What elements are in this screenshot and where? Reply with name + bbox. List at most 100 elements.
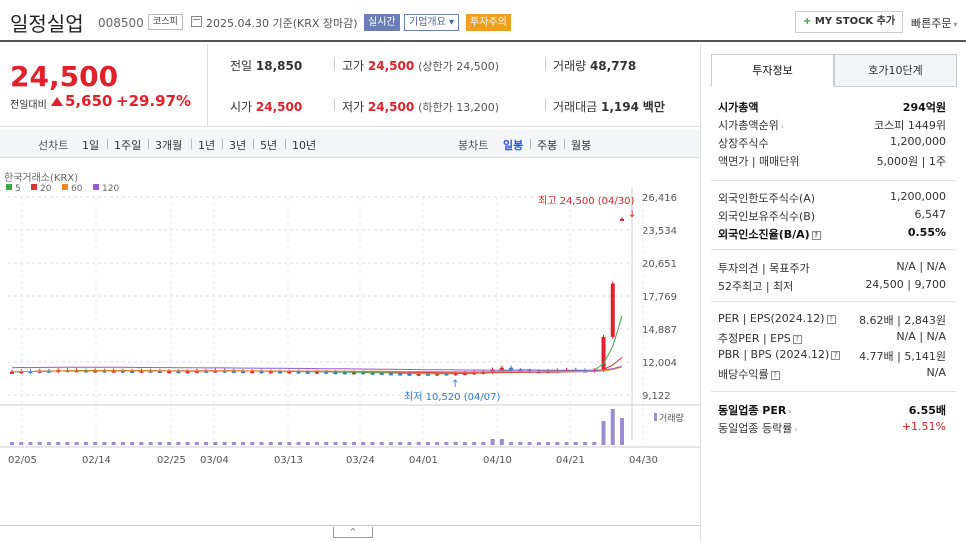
prev-close-label: 전일	[230, 59, 253, 73]
period-1y[interactable]: 1년	[198, 137, 215, 153]
change-rate: +29.97%	[116, 92, 192, 110]
up-arrow-icon: ↑	[451, 379, 459, 390]
info-key: 외국인보유주식수(B)	[718, 210, 816, 223]
investment-caution-badge[interactable]: 투자주의	[466, 14, 511, 31]
info-key: 시가총액순위 ›	[718, 119, 784, 132]
volume-bar	[111, 442, 116, 445]
volume-bar	[241, 442, 246, 445]
candle-chart-label[interactable]: 봉차트	[458, 137, 488, 153]
volume-bar	[425, 442, 430, 445]
x-tick-label: 02/05	[8, 455, 37, 466]
volume-bar	[65, 442, 70, 445]
info-value: 24,500 | 9,700	[865, 278, 946, 291]
trade-amount-value: 1,194	[601, 100, 639, 114]
volume-bar	[268, 442, 273, 445]
period-5y[interactable]: 5년	[260, 137, 277, 153]
info-row[interactable]: 시가총액순위 › 코스피 1449위	[718, 117, 946, 135]
divider	[222, 139, 223, 149]
info-row: 추정PER | EPS? N/A | N/A	[718, 330, 946, 348]
help-icon[interactable]: ?	[811, 230, 821, 240]
candle-daily[interactable]: 일봉	[503, 137, 523, 153]
period-10y[interactable]: 10년	[292, 137, 316, 153]
x-tick-label: 04/10	[483, 455, 512, 466]
open-price: 시가 24,500	[230, 98, 302, 115]
volume-bar	[407, 442, 412, 445]
add-my-stock-label: MY STOCK 추가	[814, 16, 896, 27]
line-chart-label[interactable]: 선차트	[38, 137, 68, 153]
volume-bar	[509, 442, 514, 445]
info-value: +1.51%	[901, 420, 946, 433]
info-row[interactable]: 동일업종 등락률 › +1.51%	[718, 420, 946, 438]
volume-bar	[546, 442, 551, 445]
info-key: 동일업종 PER ›	[718, 404, 792, 417]
volume-bar	[453, 442, 458, 445]
help-icon[interactable]: ?	[792, 334, 802, 344]
volume-bar	[250, 442, 255, 445]
volume-bar	[333, 442, 338, 445]
candle	[388, 373, 393, 376]
quote-row-1: 전일 18,850 고가 24,500 (상한가 24,500) 거래량 48,…	[208, 44, 700, 85]
divider	[711, 249, 957, 250]
volume-legend-label: 거래량	[659, 412, 684, 424]
quick-order-button[interactable]: 빠른주문 ▾	[911, 15, 958, 31]
volume-bar	[296, 442, 301, 445]
y-tick-label: 26,416	[642, 193, 677, 204]
info-key: 투자의견 | 목표주가	[718, 262, 810, 275]
info-value: 6.55배	[908, 404, 946, 417]
ma-legend-swatch	[6, 184, 12, 190]
candle-weekly[interactable]: 주봉	[537, 137, 557, 153]
x-tick-label: 03/13	[274, 455, 303, 466]
info-row: PBR | BPS (2024.12)? 4.77배 | 5,141원	[718, 348, 946, 366]
volume-bar	[573, 442, 578, 445]
market-badge: 코스피	[148, 14, 183, 30]
divider	[530, 139, 531, 149]
ma-legend-swatch	[62, 184, 68, 190]
volume-bar	[416, 442, 421, 445]
quote-row-2: 시가 24,500 저가 24,500 (하한가 13,200) 거래대금 1,…	[208, 85, 700, 126]
info-row[interactable]: 동일업종 PER › 6.55배	[718, 402, 946, 420]
add-my-stock-button[interactable]: + MY STOCK 추가	[795, 11, 904, 33]
tab-investment-info[interactable]: 투자정보	[711, 54, 834, 87]
volume-bar	[361, 442, 366, 445]
candle	[620, 218, 624, 221]
period-1w[interactable]: 1주일	[114, 137, 141, 153]
volume-bar	[74, 442, 79, 445]
x-tick-label: 04/21	[556, 455, 585, 466]
volume-bar	[379, 442, 384, 445]
chevron-right-icon: ›	[794, 425, 798, 434]
tab-order-book[interactable]: 호가10단계	[834, 54, 957, 87]
volume-bar	[342, 442, 347, 445]
info-value: 0.55%	[907, 226, 946, 239]
divider	[285, 139, 286, 149]
period-3y[interactable]: 3년	[229, 137, 246, 153]
info-value: N/A	[926, 366, 946, 379]
candle	[499, 367, 504, 370]
stock-code: 008500	[98, 16, 144, 30]
volume-bar	[176, 442, 181, 445]
volume-value: 48,778	[589, 59, 637, 73]
divider	[545, 99, 546, 111]
volume-bar	[388, 442, 393, 445]
x-tick-label: 03/24	[346, 455, 375, 466]
low-annotation: 최저 10,520 (04/07)	[404, 391, 500, 403]
company-overview-dropdown[interactable]: 기업개요 ▾	[404, 14, 460, 31]
help-icon[interactable]: ?	[831, 350, 841, 360]
period-3m[interactable]: 3개월	[155, 137, 182, 153]
help-icon[interactable]: ?	[826, 314, 836, 324]
volume-bar	[37, 442, 42, 445]
realtime-button[interactable]: 실시간	[364, 14, 400, 31]
volume-bar	[167, 442, 172, 445]
volume-bar	[601, 421, 606, 445]
volume-bar	[259, 442, 264, 445]
candle-monthly[interactable]: 월봉	[571, 137, 591, 153]
period-1d[interactable]: 1일	[82, 137, 99, 153]
info-row: 외국인보유주식수(B) 6,547	[718, 208, 946, 226]
info-value: 4.77배 | 5,141원	[859, 350, 946, 363]
price-chart[interactable]: 한국거래소(KRX) 5 20 60 120 26,416 23,534 20,651 17,7…	[0, 160, 700, 480]
info-key: 외국인소진율(B/A)?	[718, 226, 821, 242]
volume-bar	[315, 442, 319, 445]
company-name[interactable]: 일정실업	[10, 8, 84, 37]
help-icon[interactable]: ?	[770, 370, 780, 380]
collapse-button[interactable]: ^	[333, 527, 373, 538]
chevron-right-icon: ›	[780, 122, 784, 131]
